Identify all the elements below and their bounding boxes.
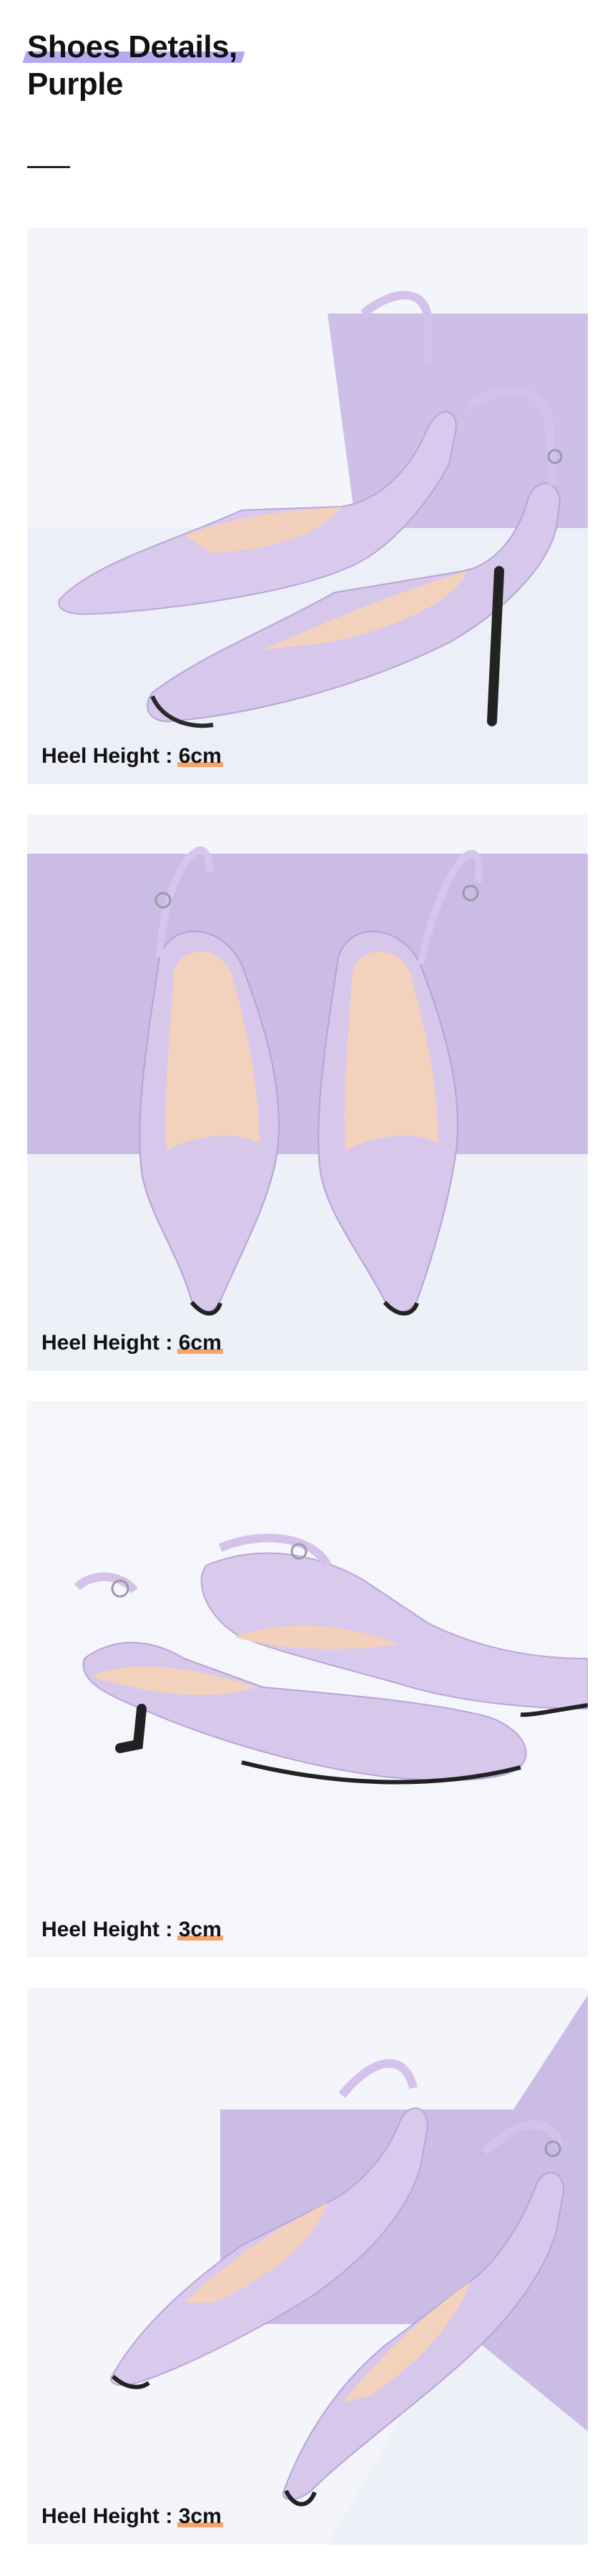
heel-height-caption: Heel Height : 3cm: [41, 2504, 223, 2529]
page-title: Shoes Details, Purple: [27, 29, 237, 103]
title-line-1: Shoes Details,: [27, 29, 237, 64]
heel-height-caption: Heel Height : 6cm: [41, 1331, 223, 1355]
shoe-photo-angled-low: [27, 1988, 588, 2545]
title-divider: [27, 166, 70, 168]
heel-height-value: 6cm: [177, 1331, 223, 1355]
heel-height-value: 6cm: [177, 744, 223, 768]
title-line-2: Purple: [27, 67, 123, 102]
heel-height-label: Heel Height :: [41, 2504, 173, 2528]
product-photo-3: Heel Height : 3cm: [27, 1401, 588, 1958]
heel-height-caption: Heel Height : 6cm: [41, 744, 223, 769]
product-photo-2: Heel Height : 6cm: [27, 814, 588, 1371]
shoe-photo-side-low: [27, 1401, 588, 1958]
shoe-photo-side-pair: [27, 228, 588, 784]
heel-height-value: 3cm: [177, 2504, 223, 2528]
heel-height-label: Heel Height :: [41, 1918, 173, 1941]
product-photo-4: Heel Height : 3cm: [27, 1988, 588, 2545]
heel-height-label: Heel Height :: [41, 1331, 173, 1355]
heel-height-label: Heel Height :: [41, 744, 173, 768]
product-photo-1: Heel Height : 6cm: [27, 228, 588, 784]
heel-height-caption: Heel Height : 3cm: [41, 1918, 223, 1942]
shoe-photo-front-pair: [27, 814, 588, 1371]
heel-height-value: 3cm: [177, 1918, 223, 1941]
